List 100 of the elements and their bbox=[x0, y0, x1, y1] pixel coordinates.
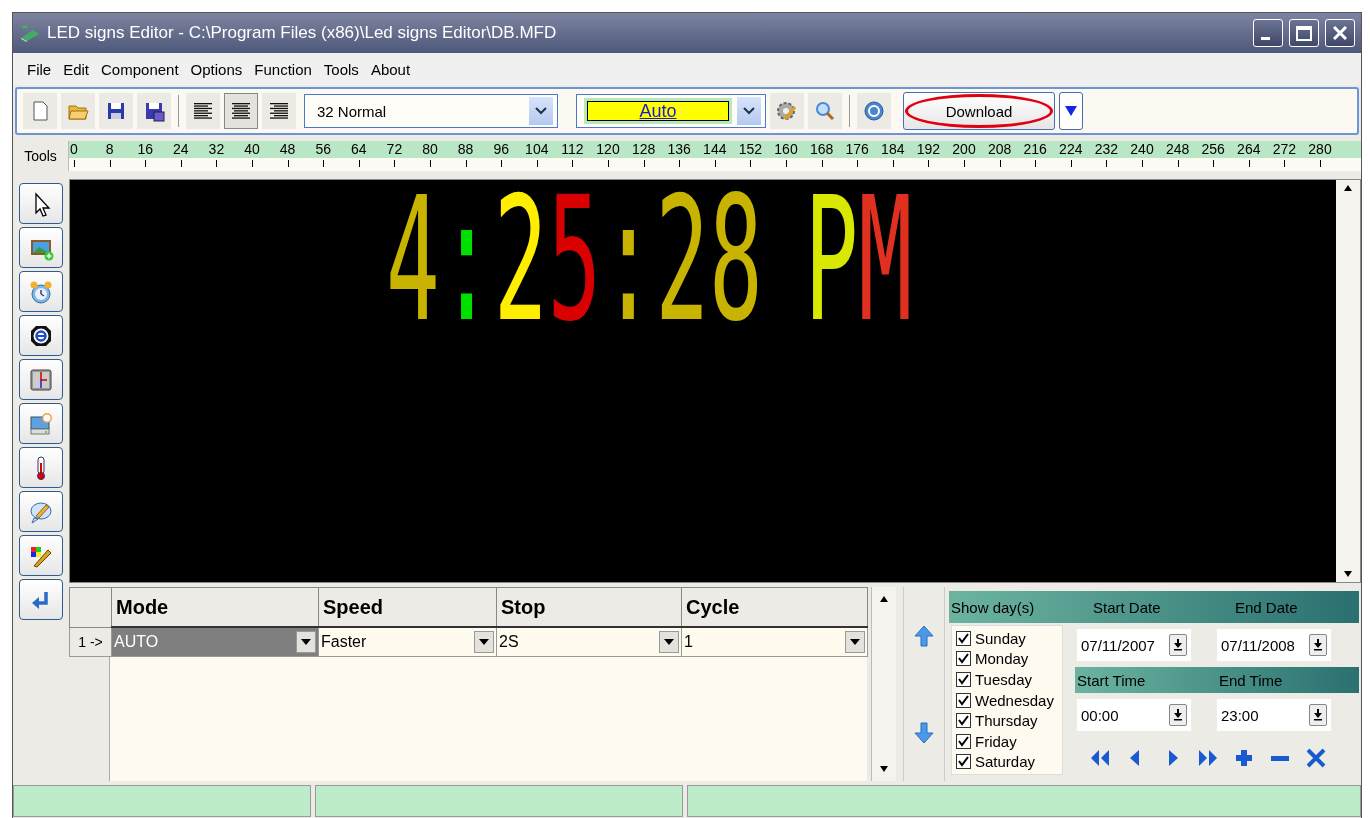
ruler-label: 168 bbox=[809, 141, 834, 158]
octagon-tool-button[interactable] bbox=[19, 315, 63, 356]
menu-item[interactable]: Function bbox=[254, 60, 312, 78]
day-checkbox[interactable] bbox=[956, 651, 971, 667]
download-button[interactable]: Download bbox=[903, 92, 1055, 130]
ruler-label: 256 bbox=[1201, 141, 1225, 158]
menu-item[interactable]: About bbox=[370, 60, 411, 78]
end-date-field[interactable]: 07/11/2008 bbox=[1217, 629, 1331, 661]
alarm-clock-tool-button[interactable] bbox=[19, 271, 63, 312]
move-up-icon[interactable] bbox=[912, 623, 936, 648]
ruler-label: 184 bbox=[881, 141, 905, 158]
search-icon bbox=[813, 99, 837, 123]
ruler-label: 16 bbox=[137, 141, 153, 158]
new-file-button[interactable] bbox=[23, 93, 57, 129]
dropdown-arrow-icon[interactable] bbox=[1313, 639, 1323, 651]
day-checkbox[interactable] bbox=[956, 733, 971, 749]
menu-item[interactable]: Component bbox=[101, 60, 179, 78]
start-time-field[interactable]: 00:00 bbox=[1077, 699, 1191, 731]
column-header: Stop bbox=[496, 587, 682, 627]
scroll-down-icon[interactable] bbox=[879, 765, 889, 773]
save-as-button[interactable] bbox=[137, 93, 171, 129]
align-right-button[interactable] bbox=[262, 93, 296, 129]
ruler-label: 160 bbox=[774, 141, 798, 158]
scroll-up-icon[interactable] bbox=[879, 595, 889, 603]
day-checkbox[interactable] bbox=[956, 630, 971, 646]
ruler-label: 32 bbox=[208, 141, 225, 158]
color-pencil-tool-button[interactable] bbox=[19, 535, 63, 576]
day-label: Wednesday bbox=[975, 691, 1054, 709]
monitor-clock-tool-button[interactable] bbox=[19, 403, 63, 444]
thermometer-tool-button[interactable] bbox=[19, 447, 63, 488]
menu-item[interactable]: File bbox=[27, 60, 52, 78]
enter-arrow-tool-button[interactable] bbox=[19, 579, 63, 620]
download-menu-button[interactable] bbox=[1059, 92, 1083, 130]
ruler-label: 200 bbox=[952, 141, 976, 158]
day-checkbox[interactable] bbox=[956, 692, 971, 708]
day-label: Thursday bbox=[975, 712, 1038, 730]
day-checkbox[interactable] bbox=[956, 672, 971, 687]
dropdown-arrow-icon[interactable] bbox=[850, 639, 860, 645]
dropdown-arrow-icon[interactable] bbox=[1173, 639, 1183, 651]
dropdown-arrow-icon[interactable] bbox=[1313, 709, 1323, 721]
day-label: Monday bbox=[975, 650, 1029, 668]
chevron-icon bbox=[743, 107, 755, 115]
led-text: 4 bbox=[386, 180, 440, 360]
end-time-field[interactable]: 23:00 bbox=[1217, 699, 1331, 731]
search-button[interactable] bbox=[808, 93, 842, 129]
ruler-label: 136 bbox=[667, 141, 691, 158]
cell-dropdown[interactable]: 1 bbox=[682, 628, 867, 656]
ruler-label: 80 bbox=[422, 141, 438, 158]
ruler-label: 24 bbox=[173, 141, 189, 158]
close-icon bbox=[1333, 26, 1347, 40]
menu-item[interactable]: Edit bbox=[63, 60, 90, 78]
maximize-icon bbox=[1296, 25, 1312, 41]
cell-dropdown[interactable]: AUTO bbox=[112, 628, 318, 656]
scroll-down-icon[interactable] bbox=[1343, 570, 1353, 578]
dropdown-arrow-icon[interactable] bbox=[664, 639, 674, 645]
help-button[interactable] bbox=[857, 93, 891, 129]
pointer-tool-button[interactable] bbox=[19, 183, 63, 224]
clock-panel-tool-button[interactable] bbox=[19, 359, 63, 400]
move-down-icon[interactable] bbox=[912, 720, 936, 745]
column-header: Speed bbox=[318, 587, 497, 627]
ruler-label: 272 bbox=[1272, 141, 1297, 158]
color-dropdown[interactable]: Auto bbox=[576, 94, 766, 128]
dropdown-arrow-icon[interactable] bbox=[479, 639, 489, 645]
dropdown-arrow-icon[interactable] bbox=[1173, 709, 1183, 721]
ruler-label: 112 bbox=[561, 141, 584, 158]
scroll-up-icon[interactable] bbox=[1343, 184, 1353, 192]
add-icon[interactable] bbox=[1233, 747, 1255, 769]
ruler-label: 176 bbox=[845, 141, 869, 158]
menu-item[interactable]: Options bbox=[190, 60, 243, 78]
ruler-label: 48 bbox=[279, 141, 296, 158]
ruler-label: 0 bbox=[70, 141, 78, 158]
minimize-button[interactable] bbox=[1253, 19, 1283, 47]
font-dropdown[interactable]: 32 Normal bbox=[304, 94, 558, 128]
checkmark-icon bbox=[958, 632, 969, 644]
ruler-label: 232 bbox=[1094, 141, 1119, 158]
day-checkbox[interactable] bbox=[956, 713, 971, 729]
picture-add-tool-button[interactable] bbox=[19, 227, 63, 268]
cell-dropdown[interactable]: Faster bbox=[319, 628, 496, 656]
save-button[interactable] bbox=[99, 93, 133, 129]
close-button[interactable] bbox=[1325, 19, 1355, 47]
align-center-button[interactable] bbox=[224, 93, 258, 129]
led-text: 2 bbox=[493, 180, 548, 360]
day-checkbox[interactable] bbox=[956, 754, 971, 770]
start-time-label: Start Time bbox=[1076, 671, 1147, 689]
column-header: Mode bbox=[111, 587, 319, 627]
start-date-field[interactable]: 07/11/2007 bbox=[1077, 629, 1191, 661]
pencil-bubble-tool-button[interactable] bbox=[19, 491, 63, 532]
align-left-button[interactable] bbox=[186, 93, 220, 129]
dropdown-arrow-icon[interactable] bbox=[301, 639, 311, 645]
cell-dropdown[interactable]: 2S bbox=[497, 628, 681, 656]
maximize-button[interactable] bbox=[1289, 19, 1319, 47]
end-date-label: End Date bbox=[1234, 598, 1299, 616]
led-text: 5 bbox=[547, 180, 602, 360]
day-label: Friday bbox=[975, 732, 1017, 750]
gear-icon bbox=[775, 99, 799, 123]
led-text: M bbox=[858, 180, 913, 360]
delete-icon[interactable] bbox=[1305, 747, 1327, 769]
gear-button[interactable] bbox=[770, 93, 804, 129]
menu-item[interactable]: Tools bbox=[323, 60, 359, 78]
last-icon[interactable] bbox=[1197, 747, 1219, 769]
